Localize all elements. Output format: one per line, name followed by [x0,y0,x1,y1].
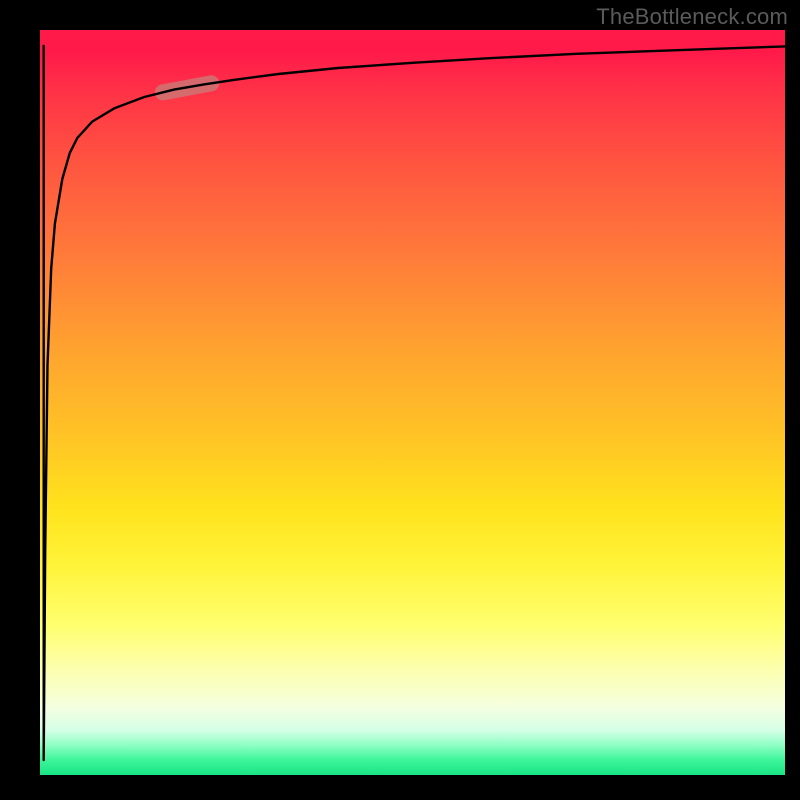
watermark-text: TheBottleneck.com [596,4,788,30]
curve-svg [40,30,785,775]
plot-area [40,30,785,775]
chart-frame: TheBottleneck.com [0,0,800,800]
curve-line [44,45,785,760]
